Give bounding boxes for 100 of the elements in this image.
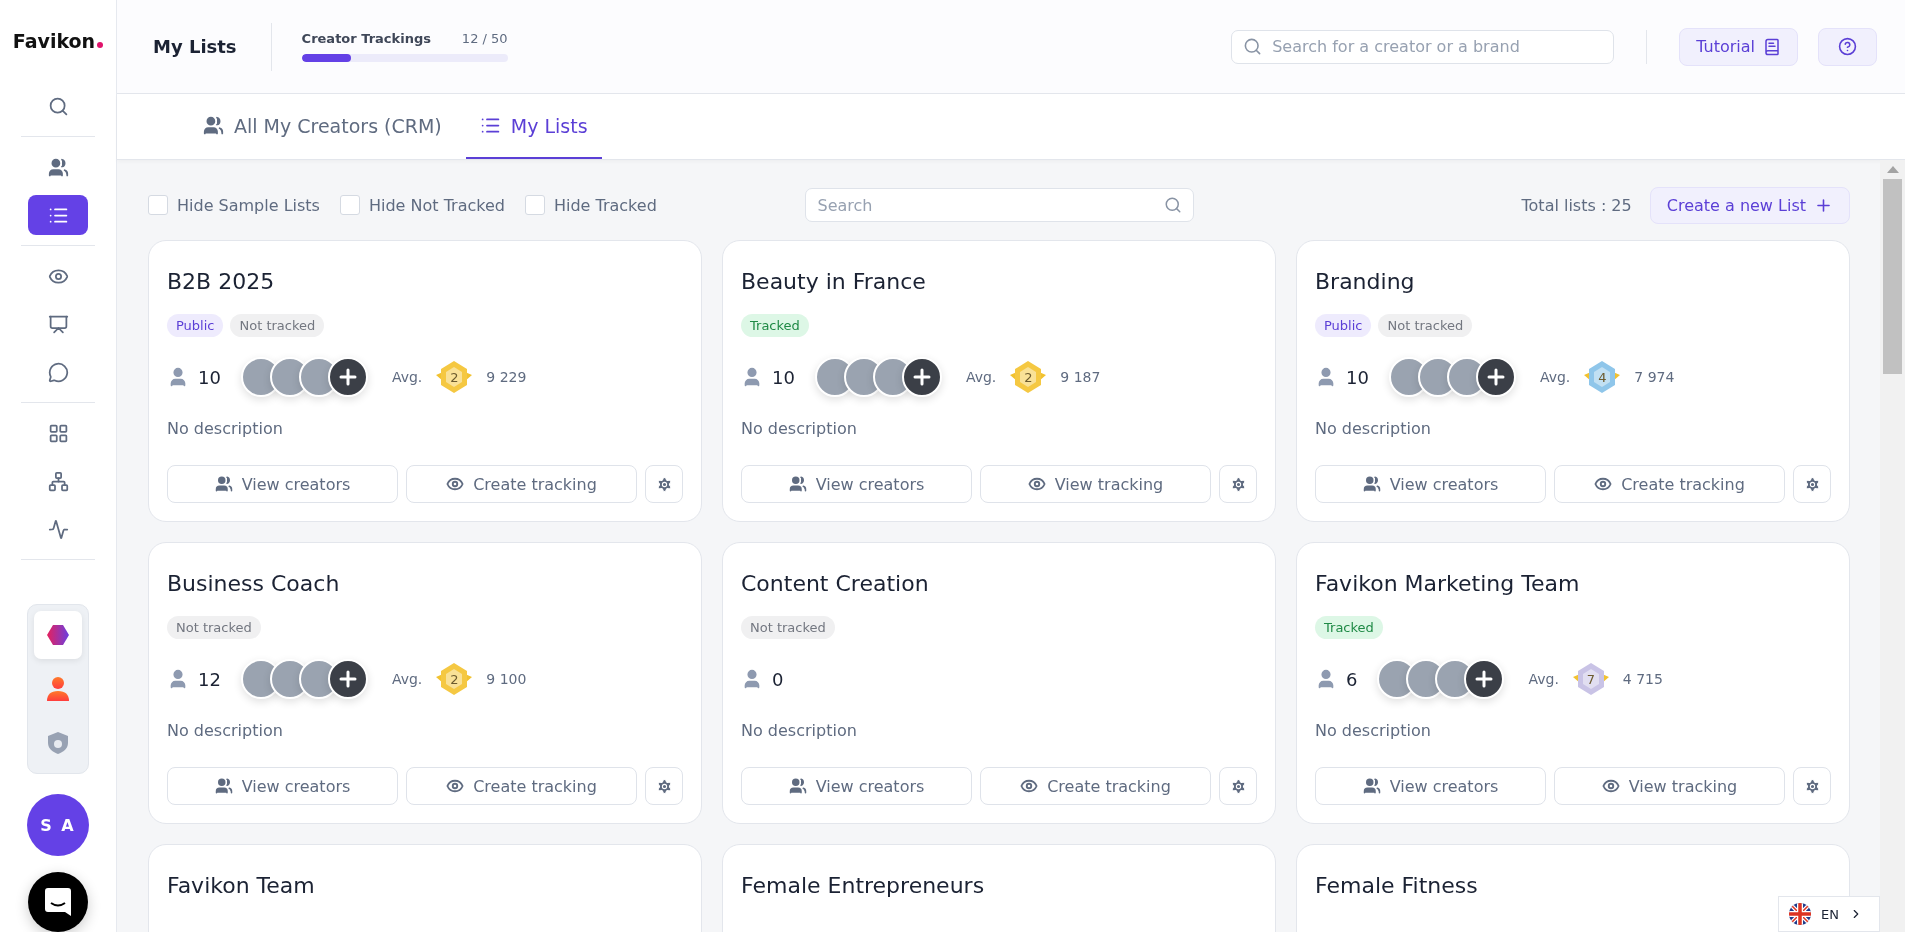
tutorial-button[interactable]: Tutorial	[1679, 27, 1798, 66]
quota-reading: 12 / 50	[461, 31, 508, 46]
page-title: My Lists	[153, 22, 272, 71]
more-avatar[interactable]	[1475, 357, 1516, 397]
tracking-button[interactable]: Create tracking	[406, 767, 637, 805]
average-score: 9 229	[486, 369, 527, 385]
settings-icon	[1803, 475, 1821, 493]
more-avatar[interactable]	[901, 357, 942, 397]
view-creators-button[interactable]: View creators	[741, 465, 972, 503]
settings-button[interactable]	[1793, 767, 1831, 805]
settings-icon	[1803, 777, 1821, 795]
creator-count: 12	[198, 668, 221, 690]
average-label: Avg.	[1539, 369, 1571, 385]
creator-count: 10	[1346, 366, 1369, 388]
list-title: Favikon Team	[167, 873, 316, 898]
users-icon	[203, 115, 224, 136]
logo[interactable]: Favikon	[12, 30, 104, 52]
list-title: Content Creation	[741, 571, 930, 596]
status-tag: Not tracked	[1378, 314, 1473, 337]
list-title: Favikon Marketing Team	[1315, 571, 1581, 596]
wings-icon	[1572, 674, 1609, 683]
search-icon	[1163, 196, 1182, 214]
scrollbar[interactable]	[1880, 160, 1905, 932]
more-avatar[interactable]	[1464, 659, 1505, 699]
status-tag: Public	[1315, 314, 1372, 337]
view-creators-button[interactable]: View creators	[741, 767, 972, 805]
user-avatar[interactable]: S A	[27, 794, 89, 856]
view-creators-button[interactable]: View creators	[1315, 767, 1546, 805]
average-label: Avg.	[965, 369, 997, 385]
wings-icon	[1010, 372, 1047, 381]
grid-icon	[47, 422, 69, 444]
rank-number: 2	[450, 671, 459, 687]
checkbox-label: Hide Sample Lists	[177, 195, 320, 215]
settings-button[interactable]	[645, 767, 683, 805]
list-description: No description	[741, 419, 858, 438]
wings-icon	[436, 674, 473, 683]
view-creators-button[interactable]: View creators	[1315, 465, 1546, 503]
person-icon	[47, 677, 69, 701]
wings-icon	[436, 372, 473, 381]
help-button[interactable]	[1818, 27, 1877, 66]
creator-count: 0	[772, 668, 784, 690]
view-creators-button[interactable]: View creators	[167, 767, 398, 805]
settings-icon	[655, 475, 673, 493]
language-selector[interactable]: EN	[1778, 896, 1880, 932]
tracking-button[interactable]: View tracking	[980, 465, 1211, 503]
search-icon	[1243, 36, 1263, 56]
view-creators-button[interactable]: View creators	[167, 465, 398, 503]
status-tag: Not tracked	[230, 314, 325, 337]
workspace-button[interactable]	[34, 611, 82, 659]
list-description: No description	[741, 721, 858, 740]
settings-button[interactable]	[1793, 465, 1831, 503]
list-search-field[interactable]: Search	[804, 188, 1194, 222]
tab[interactable]: My Lists	[465, 94, 602, 159]
tab[interactable]: All My Creators (CRM)	[189, 94, 456, 159]
checkbox[interactable]	[339, 195, 360, 215]
rank-number: 4	[1598, 369, 1607, 385]
average-score: 9 187	[1060, 369, 1101, 385]
create-list-button[interactable]: Create a new List	[1649, 186, 1850, 224]
more-avatar[interactable]	[327, 357, 368, 397]
eye-icon	[1601, 777, 1620, 795]
status-tag: Tracked	[1315, 616, 1383, 639]
average-score: 4 715	[1622, 671, 1663, 687]
status-tag: Not tracked	[167, 616, 261, 639]
rank-number: 2	[1024, 369, 1033, 385]
status-tag: Tracked	[741, 314, 809, 337]
chat-launcher[interactable]	[28, 872, 88, 932]
scrollbar-thumb[interactable]	[1883, 179, 1902, 374]
average-label: Avg.	[391, 671, 423, 687]
average-score: 9 100	[486, 671, 527, 687]
settings-button[interactable]	[645, 465, 683, 503]
checkbox-label: Hide Tracked	[553, 195, 657, 215]
total-lists: Total lists : 25	[1521, 195, 1632, 215]
more-avatar[interactable]	[327, 659, 368, 699]
chat-bubble-icon	[47, 361, 69, 383]
presentation-icon	[47, 313, 69, 335]
settings-icon	[1229, 777, 1247, 795]
tracking-button[interactable]: Create tracking	[980, 767, 1211, 805]
users-icon	[214, 777, 233, 795]
tracking-button[interactable]: Create tracking	[1554, 465, 1785, 503]
users-icon	[788, 777, 807, 795]
eye-icon	[1020, 777, 1039, 795]
creator-count: 6	[1346, 668, 1358, 690]
eye-icon	[446, 777, 465, 795]
average-label: Avg.	[391, 369, 423, 385]
checkbox[interactable]	[524, 195, 545, 215]
creator-count: 10	[772, 366, 795, 388]
list-title: Business Coach	[167, 571, 341, 596]
tracking-button[interactable]: Create tracking	[406, 465, 637, 503]
search-field[interactable]: Search for a creator or a brand	[1231, 29, 1615, 64]
tracking-button[interactable]: View tracking	[1554, 767, 1785, 805]
checkbox[interactable]	[148, 195, 168, 215]
sidebar-nav-button[interactable]	[28, 195, 88, 235]
quota-label: Creator Trackings	[301, 31, 431, 46]
list-title: Branding	[1315, 269, 1416, 294]
settings-button[interactable]	[1219, 767, 1257, 805]
settings-button[interactable]	[1219, 465, 1257, 503]
rank-number: 2	[450, 369, 459, 385]
list-title: Beauty in France	[741, 269, 927, 294]
eye-icon	[1594, 475, 1613, 493]
average-label: Avg.	[1528, 671, 1559, 687]
